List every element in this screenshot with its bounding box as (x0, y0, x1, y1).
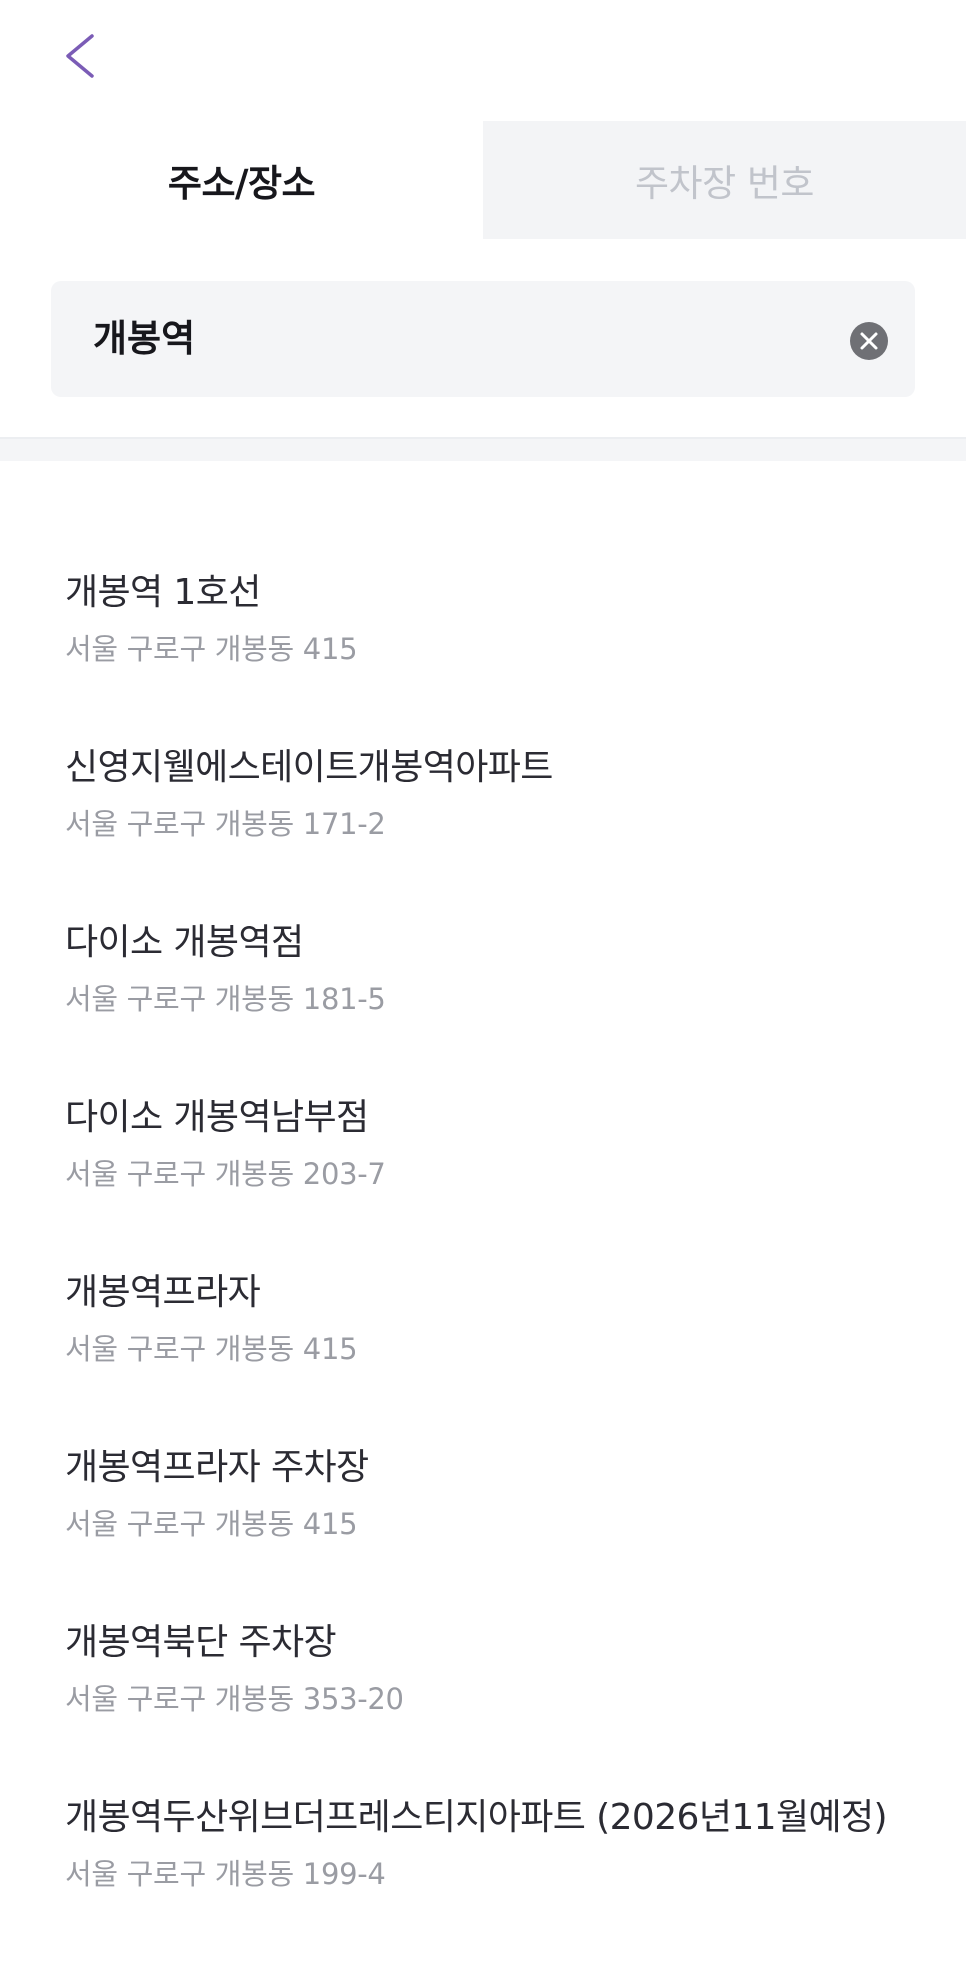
result-address: 서울 구로구 개봉동 415 (65, 632, 358, 666)
result-address: 서울 구로구 개봉동 353-20 (65, 1682, 404, 1716)
result-item[interactable]: 다이소 개봉역남부점 서울 구로구 개봉동 203-7 (0, 1092, 966, 1267)
result-name: 다이소 개봉역남부점 (65, 1097, 369, 1138)
result-name: 개봉역프라자 주차장 (65, 1447, 369, 1488)
search-type-tabs: 주소/장소 주차장 번호 (0, 121, 966, 239)
search-box (51, 281, 915, 397)
result-item[interactable]: 개봉역북단 주차장 서울 구로구 개봉동 353-20 (0, 1617, 966, 1792)
result-item[interactable]: 신영지웰에스테이트개봉역아파트 서울 구로구 개봉동 171-2 (0, 742, 966, 917)
clear-search-button[interactable] (849, 321, 889, 361)
result-item[interactable]: 개봉역프라자 주차장 서울 구로구 개봉동 415 (0, 1442, 966, 1617)
result-address: 서울 구로구 개봉동 171-2 (65, 807, 386, 841)
clear-circle-icon (850, 322, 888, 360)
chevron-left-icon (66, 34, 94, 78)
result-name: 신영지웰에스테이트개봉역아파트 (65, 747, 553, 788)
result-item[interactable]: 개봉역프라자 서울 구로구 개봉동 415 (0, 1267, 966, 1442)
result-address: 서울 구로구 개봉동 415 (65, 1332, 358, 1366)
result-name: 개봉역 1호선 (65, 572, 261, 613)
result-item[interactable]: 다이소 개봉역점 서울 구로구 개봉동 181-5 (0, 917, 966, 1092)
result-item[interactable]: 개봉역두산위브더프레스티지아파트 (2026년11월예정) 서울 구로구 개봉동… (0, 1792, 966, 1967)
result-name: 다이소 개봉역점 (65, 922, 304, 963)
result-name: 개봉역두산위브더프레스티지아파트 (2026년11월예정) (65, 1797, 888, 1838)
result-address: 서울 구로구 개봉동 415 (65, 1507, 358, 1541)
search-input[interactable] (93, 281, 813, 397)
back-button[interactable] (52, 26, 112, 86)
section-divider-band (0, 439, 966, 461)
tab-parking-number[interactable]: 주차장 번호 (483, 121, 966, 239)
result-address: 서울 구로구 개봉동 203-7 (65, 1157, 386, 1191)
result-name: 개봉역프라자 (65, 1272, 261, 1313)
result-name: 개봉역북단 주차장 (65, 1622, 337, 1663)
tab-address-place-label: 주소/장소 (167, 162, 316, 205)
tab-parking-number-label: 주차장 번호 (635, 162, 814, 205)
result-address: 서울 구로구 개봉동 199-4 (65, 1857, 386, 1891)
result-address: 서울 구로구 개봉동 181-5 (65, 982, 386, 1016)
result-item[interactable]: 개봉역 1호선 서울 구로구 개봉동 415 (0, 567, 966, 742)
tab-address-place[interactable]: 주소/장소 (0, 121, 483, 239)
